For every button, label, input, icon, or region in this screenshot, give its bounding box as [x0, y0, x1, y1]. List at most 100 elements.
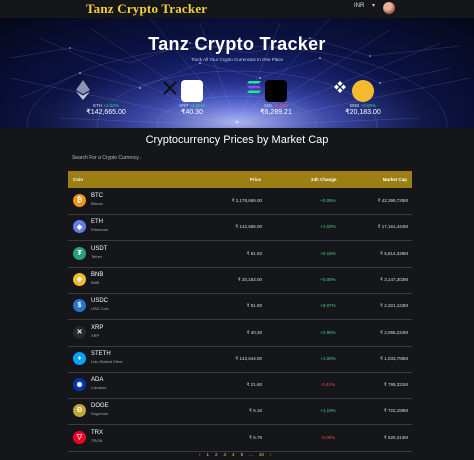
- coin-name: Ethereum: [91, 227, 109, 233]
- usdc-icon: $: [73, 299, 86, 313]
- coin-change: +2.95%: [320, 329, 336, 335]
- eth-icon: ◆: [73, 220, 86, 234]
- coin-market-cap: ₹ 5,814,329M: [380, 250, 408, 256]
- ada-icon: ✺: [73, 378, 86, 392]
- coin-market-cap: ₹ 42,399,725M: [377, 198, 408, 203]
- section-title: Cryptocurrency Prices by Market Cap: [145, 134, 329, 146]
- page-link[interactable]: 5: [241, 452, 244, 457]
- coin-change: +0.00%: [320, 276, 336, 282]
- coin-price: ₹ 40.30: [246, 329, 262, 335]
- table-row[interactable]: Ð DOGE Dogecoin ₹ 5.16 +1.19% ₹ 722,159M: [68, 398, 412, 426]
- usdt-icon: ₮: [73, 246, 86, 260]
- page-link[interactable]: 4: [232, 452, 235, 457]
- coin-market-cap: ₹ 3,147,303M: [380, 276, 408, 282]
- coin-change: +0.15%: [320, 250, 336, 256]
- avatar[interactable]: [383, 2, 395, 14]
- carousel-change: +0.00%: [360, 103, 376, 108]
- doge-icon: Ð: [73, 404, 86, 418]
- carousel-change: +1.02%: [103, 103, 119, 108]
- carousel-card-bnb[interactable]: BNB +0.00% ₹20,183.00: [333, 80, 393, 116]
- banner-title: Tanz Crypto Tracker: [148, 34, 326, 54]
- coin-name: Dogecoin: [91, 411, 108, 417]
- coin-symbol: ADA: [91, 377, 104, 384]
- carousel-card-sol[interactable]: SOL -0.40% ₹6,289.21: [246, 80, 306, 116]
- coin-name: USD Coin: [91, 306, 109, 312]
- carousel-card-xrp[interactable]: XRP +2.95% ₹40.30: [162, 80, 222, 116]
- currency-select[interactable]: INR: [354, 3, 364, 9]
- btc-icon: ₿: [73, 194, 86, 207]
- table-row[interactable]: ▽ TRX TRON ₹ 5.79 -0.00% ₹ 520,313M: [68, 425, 412, 452]
- coin-market-cap: ₹ 1,033,758M: [380, 355, 408, 361]
- carousel-price: ₹40.30: [181, 109, 203, 116]
- coin-change: +0.06%: [320, 198, 336, 203]
- coin-price: ₹ 142,665.00: [235, 224, 262, 230]
- carousel-symbol: SOL: [263, 103, 273, 108]
- carousel-price: ₹142,665.00: [86, 109, 126, 116]
- table-row[interactable]: ♦ STETH Lido Staked Ether ₹ 142,644.00 +1.00…: [68, 346, 412, 373]
- table-row[interactable]: ₿ BTC Bitcoin ₹ 2,178,665.00 +0.06% ₹ 42,399,…: [68, 188, 412, 215]
- table-row[interactable]: $ USDC USD Coin ₹ 81.90 +0.07% ₹ 2,321,123M: [68, 293, 412, 321]
- coin-price: ₹ 142,644.00: [235, 355, 262, 361]
- carousel-change: -0.40%: [273, 103, 289, 108]
- solana-icon: [247, 80, 287, 102]
- coin-market-cap: ₹ 520,313M: [383, 434, 408, 440]
- coin-change: +1.00%: [320, 355, 336, 361]
- steth-icon: ♦: [73, 351, 86, 365]
- page-link[interactable]: 2: [215, 452, 218, 457]
- page-link[interactable]: ›: [270, 452, 272, 457]
- coin-price: ₹ 2,178,665.00: [231, 198, 262, 203]
- coin-name: Bitcoin: [91, 201, 104, 206]
- coin-symbol: BTC: [91, 193, 103, 199]
- brand-logo[interactable]: Tanz Crypto Tracker: [86, 1, 207, 17]
- page-link[interactable]: 3: [224, 452, 227, 457]
- hero-banner: Tanz Crypto Tracker Track All Your Crypt…: [0, 18, 474, 128]
- coin-change: +1.19%: [320, 408, 336, 414]
- carousel-symbol: BNB: [350, 103, 360, 108]
- coin-name: Cardano: [91, 385, 107, 391]
- coin-change: +0.07%: [320, 303, 336, 309]
- app-header: Tanz Crypto Tracker INR ▾: [0, 0, 474, 18]
- bnb-icon: ◈: [73, 272, 86, 286]
- table-row[interactable]: ✕ XRP XRP ₹ 40.30 +2.95% ₹ 2,066,224M: [68, 320, 412, 347]
- header-price: Price: [250, 177, 262, 182]
- coin-name: TRON: [91, 437, 103, 443]
- table-row[interactable]: ✺ ADA Cardano ₹ 21.60 -0.41% ₹ 789,321M: [68, 372, 412, 400]
- coin-symbol: ETH: [91, 219, 103, 226]
- header-change: 24h Change: [311, 177, 337, 182]
- coin-change: -0.41%: [320, 382, 336, 388]
- carousel-price: ₹20,183.00: [345, 109, 381, 116]
- coin-symbol: USDT: [91, 245, 108, 252]
- coin-price: ₹ 5.79: [249, 434, 262, 440]
- page-link[interactable]: 1: [207, 452, 210, 457]
- table-row[interactable]: ◈ BNB BNB ₹ 20,183.00 +0.00% ₹ 3,147,303M: [68, 267, 412, 294]
- coin-market-cap: ₹ 722,159M: [383, 408, 408, 414]
- page-link[interactable]: 10: [259, 452, 264, 457]
- coin-market-cap: ₹ 2,066,224M: [380, 329, 408, 335]
- carousel-symbol: ETH: [93, 103, 103, 108]
- xrp-icon: [163, 80, 203, 102]
- coin-symbol: USDC: [91, 298, 109, 305]
- coin-price: ₹ 21.60: [246, 382, 262, 388]
- coin-name: BNB: [91, 279, 100, 285]
- coin-symbol: TRX: [91, 429, 103, 436]
- xrp-icon: ✕: [73, 325, 86, 339]
- coin-symbol: XRP: [91, 324, 104, 331]
- pagination: ‹ 1 2 3 4 5... 10 ›: [196, 452, 274, 460]
- carousel-card-eth[interactable]: ETH +1.02% ₹142,665.00: [76, 80, 136, 116]
- page-link[interactable]: ‹: [199, 452, 201, 457]
- coin-market-cap: ₹ 789,321M: [383, 382, 408, 388]
- coin-market-cap: ₹ 2,321,123M: [380, 303, 408, 309]
- coin-name: Tether: [91, 253, 103, 259]
- coin-symbol: STETH: [91, 350, 111, 357]
- chevron-down-icon[interactable]: ▾: [372, 2, 375, 9]
- carousel-symbol: XRP: [179, 103, 189, 108]
- coin-price: ₹ 20,183.00: [237, 276, 262, 282]
- page-link[interactable]: ...: [249, 452, 253, 457]
- coin-change: +1.02%: [320, 224, 336, 230]
- carousel-change: +2.95%: [189, 103, 205, 108]
- table-row[interactable]: ◆ ETH Ethereum ₹ 142,665.00 +1.02% ₹ 17,161,4…: [68, 214, 412, 242]
- coin-name: XRP: [91, 332, 100, 338]
- carousel-price: ₹6,289.21: [260, 109, 292, 116]
- search-input[interactable]: [68, 152, 416, 164]
- table-row[interactable]: ₮ USDT Tether ₹ 81.92 +0.15% ₹ 5,814,329M: [68, 241, 412, 268]
